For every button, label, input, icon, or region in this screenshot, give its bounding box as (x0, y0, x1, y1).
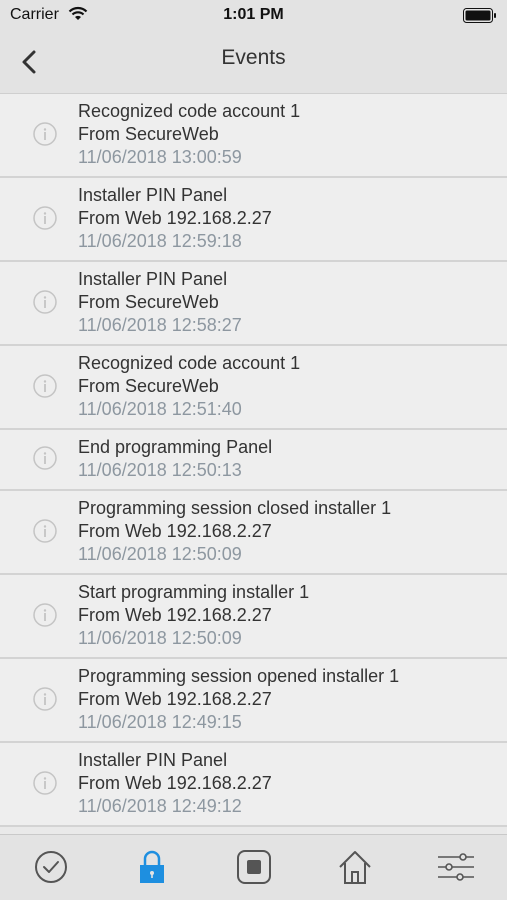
event-title: Recognized code account 1 (78, 101, 301, 121)
tab-stop[interactable] (234, 847, 274, 887)
event-source: From Web 192.168.2.27 (78, 689, 272, 709)
event-timestamp: 11/06/2018 12:49:15 (78, 712, 242, 732)
info-icon[interactable] (33, 771, 57, 795)
event-source: From Web 192.168.2.27 (78, 521, 272, 541)
event-title: Installer PIN Panel (78, 750, 228, 770)
event-timestamp: 11/06/2018 12:49:12 (78, 796, 242, 816)
event-title: Recognized code account 1 (78, 353, 301, 373)
event-timestamp: 11/06/2018 12:50:09 (78, 544, 242, 564)
event-timestamp: 11/06/2018 12:58:27 (78, 315, 242, 335)
event-list-item[interactable]: Recognized code account 1 From SecureWeb 1… (0, 346, 507, 430)
event-title: Start programming installer 1 (78, 582, 310, 602)
event-title: Installer PIN Panel (78, 185, 228, 205)
page-title: Events (221, 46, 286, 69)
event-list-item[interactable]: End programming Panel 11/06/2018 12:50:13 (0, 430, 507, 491)
info-icon[interactable] (33, 374, 57, 398)
clock-time: 1:01 PM (223, 6, 284, 23)
event-list[interactable]: Recognized code account 1 From SecureWeb 1… (0, 94, 507, 834)
info-icon[interactable] (33, 122, 57, 146)
navigation-bar: Events (0, 30, 507, 94)
event-list-item[interactable]: Start programming installer 1 From Web 19… (0, 575, 507, 659)
event-timestamp: 11/06/2018 12:50:13 (78, 460, 242, 480)
event-timestamp: 11/06/2018 12:51:40 (78, 399, 242, 419)
tab-settings[interactable] (436, 847, 476, 887)
tab-home[interactable] (335, 847, 375, 887)
event-source: From Web 192.168.2.27 (78, 773, 272, 793)
event-list-item[interactable]: Recognized code account 1 From SecureWeb 1… (0, 94, 507, 178)
home-icon (339, 851, 371, 884)
info-icon[interactable] (33, 290, 57, 314)
event-title: Installer PIN Panel (78, 269, 228, 289)
event-list-item[interactable]: Installer PIN Panel From Web 192.168.2.27… (0, 743, 507, 827)
event-list-item[interactable]: Programming session closed installer 1 Fr… (0, 491, 507, 575)
info-icon[interactable] (33, 206, 57, 230)
info-icon[interactable] (33, 687, 57, 711)
event-list-item[interactable]: Installer PIN Panel From SecureWeb 11/06/2… (0, 262, 507, 346)
event-timestamp: 11/06/2018 13:00:59 (78, 147, 242, 167)
stop-square-icon (237, 850, 271, 884)
event-title: End programming Panel (78, 437, 273, 457)
event-title: Programming session opened installer 1 (78, 666, 400, 686)
lock-icon (140, 850, 164, 883)
status-bar: Carrier 1:01 PM (0, 0, 507, 30)
battery-icon (463, 8, 497, 28)
event-list-item[interactable]: Programming session opened installer 1 Fr… (0, 659, 507, 743)
info-icon[interactable] (33, 446, 57, 470)
event-source: From Web 192.168.2.27 (78, 208, 272, 228)
event-title: Programming session closed installer 1 (78, 498, 392, 518)
tab-bar (0, 834, 507, 900)
event-timestamp: 11/06/2018 12:59:18 (78, 231, 242, 251)
event-source: From Web 192.168.2.27 (78, 605, 272, 625)
event-source: From SecureWeb (78, 292, 219, 312)
tab-lock[interactable] (132, 847, 172, 887)
sliders-icon (438, 853, 474, 881)
event-source: From SecureWeb (78, 376, 219, 396)
checkmark-circle-icon (35, 851, 67, 883)
event-source: From SecureWeb (78, 124, 219, 144)
event-list-item[interactable]: Installer PIN Panel From Web 192.168.2.27… (0, 178, 507, 262)
info-icon[interactable] (33, 603, 57, 627)
info-icon[interactable] (33, 519, 57, 543)
event-timestamp: 11/06/2018 12:50:09 (78, 628, 242, 648)
tab-checkmark[interactable] (31, 847, 71, 887)
